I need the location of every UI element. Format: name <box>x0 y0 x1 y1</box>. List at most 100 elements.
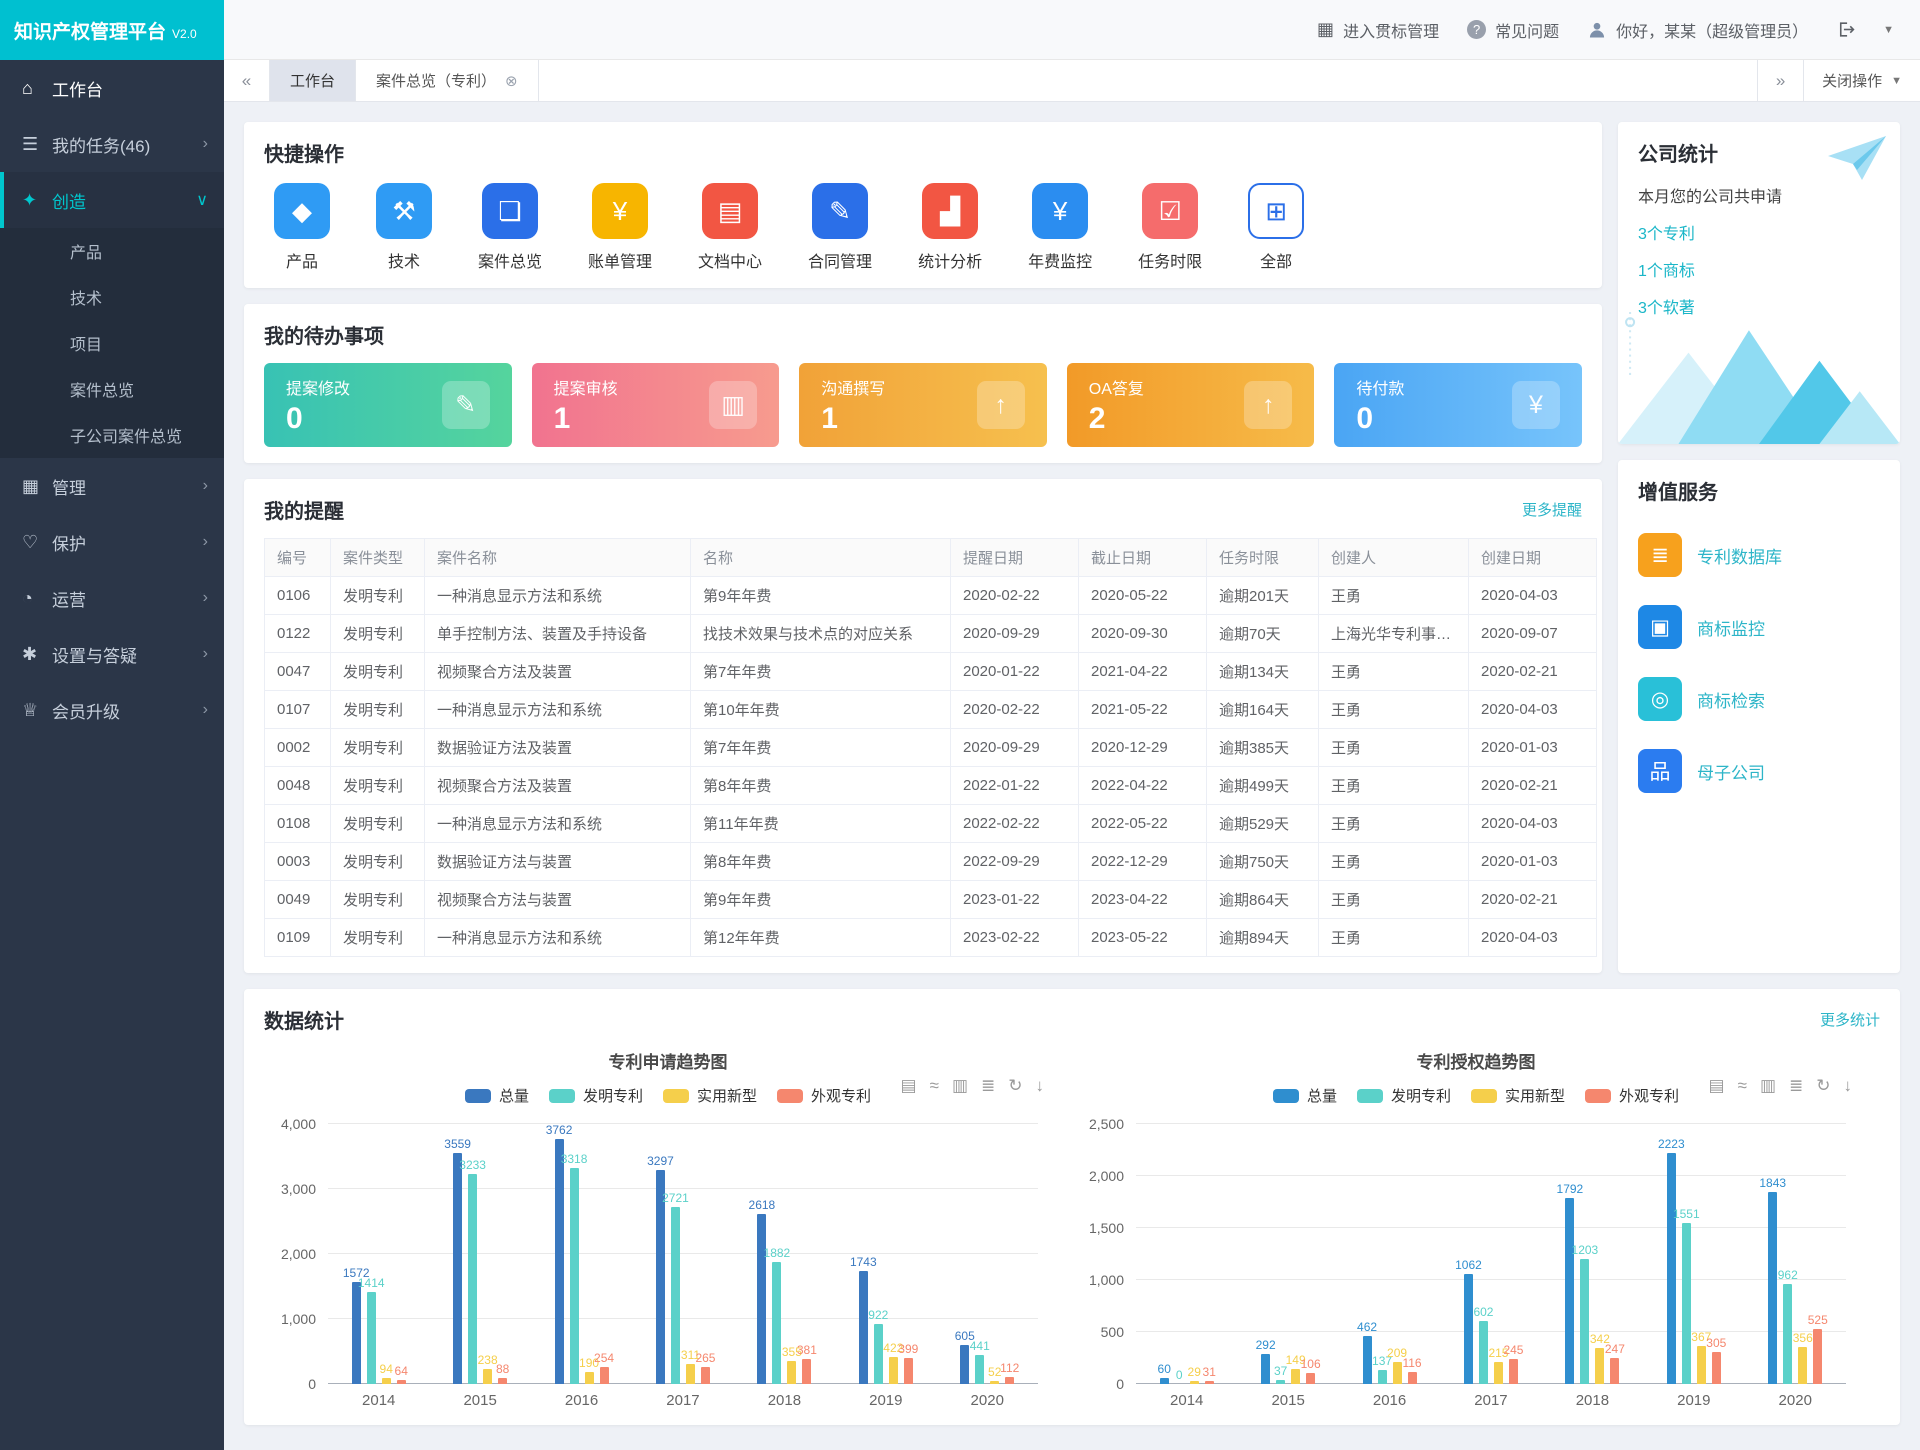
bar[interactable] <box>1464 1274 1473 1384</box>
bar[interactable] <box>1610 1358 1619 1384</box>
tab-scroll-left[interactable]: « <box>224 60 270 101</box>
table-row[interactable]: 0122发明专利单手控制方法、装置及手持设备找技术效果与技术点的对应关系2020… <box>265 615 1597 653</box>
legend-item[interactable]: 实用新型 <box>663 1085 757 1106</box>
tab-close-icon[interactable]: ⊗ <box>505 72 518 90</box>
bar[interactable] <box>889 1357 898 1384</box>
bar[interactable] <box>498 1378 507 1384</box>
service-trademark-monitor[interactable]: ▣商标监控 <box>1638 605 1880 649</box>
stacked-icon[interactable]: ≣ <box>981 1076 995 1096</box>
bar[interactable] <box>787 1361 796 1384</box>
bar[interactable] <box>975 1355 984 1384</box>
legend-item[interactable]: 实用新型 <box>1471 1085 1565 1106</box>
sidebar-item-manage[interactable]: ▦管理› <box>0 458 224 514</box>
quick-action-case-overview[interactable]: ❏案件总览 <box>478 183 542 272</box>
company-stat-link-1[interactable]: 3个专利 <box>1638 220 1880 244</box>
bar[interactable] <box>1595 1348 1604 1384</box>
bar[interactable] <box>1276 1380 1285 1384</box>
bar[interactable] <box>1768 1192 1777 1384</box>
bar[interactable] <box>1712 1352 1721 1384</box>
data-view-icon[interactable]: ▤ <box>901 1076 917 1096</box>
bar[interactable] <box>904 1358 913 1384</box>
header-item-standard-mgmt[interactable]: ▦进入贯标管理 <box>1317 18 1439 42</box>
download-icon[interactable]: ↓ <box>1036 1076 1045 1096</box>
sidebar-item-create[interactable]: ✦创造∨ <box>0 172 224 228</box>
quick-action-fee-monitor[interactable]: ¥年费监控 <box>1028 183 1092 272</box>
bar[interactable] <box>1697 1346 1706 1384</box>
tab-case-overview-patent[interactable]: 案件总览（专利）⊗ <box>356 60 539 101</box>
bar[interactable] <box>600 1367 609 1384</box>
table-row[interactable]: 0002发明专利数据验证方法及装置第7年年费2020-09-292020-12-… <box>265 729 1597 767</box>
service-patent-db[interactable]: ≣专利数据库 <box>1638 533 1880 577</box>
sidebar-item-my-tasks[interactable]: ☰我的任务(46)› <box>0 116 224 172</box>
restore-icon[interactable]: ↻ <box>1008 1076 1022 1096</box>
legend-item[interactable]: 发明专利 <box>1357 1085 1451 1106</box>
bar[interactable] <box>1190 1381 1199 1384</box>
bar[interactable] <box>1291 1369 1300 1384</box>
sidebar-item-operate[interactable]: ◔运营› <box>0 570 224 626</box>
bar[interactable] <box>1682 1223 1691 1384</box>
quick-action-contract[interactable]: ✎合同管理 <box>808 183 872 272</box>
bar[interactable] <box>1783 1284 1792 1384</box>
bar[interactable] <box>859 1271 868 1384</box>
bar[interactable] <box>367 1292 376 1384</box>
close-operations-dropdown[interactable]: 关闭操作 ▼ <box>1803 60 1920 101</box>
line-chart-icon[interactable]: ≈ <box>1738 1076 1747 1096</box>
bar[interactable] <box>352 1282 361 1384</box>
quick-action-stats-analysis[interactable]: ▟统计分析 <box>918 183 982 272</box>
bar[interactable] <box>1667 1153 1676 1384</box>
sidebar-subitem-case-overview[interactable]: 案件总览 <box>0 366 224 412</box>
bar[interactable] <box>802 1359 811 1384</box>
download-icon[interactable]: ↓ <box>1844 1076 1853 1096</box>
bar[interactable] <box>1479 1321 1488 1384</box>
quick-action-billing[interactable]: ¥账单管理 <box>588 183 652 272</box>
sidebar-item-workbench[interactable]: ⌂工作台 <box>0 60 224 116</box>
bar[interactable] <box>1205 1381 1214 1384</box>
company-stat-link-2[interactable]: 1个商标 <box>1638 257 1880 281</box>
bar[interactable] <box>397 1380 406 1384</box>
todo-card-proposal-review[interactable]: 提案审核1▥ <box>532 363 780 447</box>
bar-chart-icon[interactable]: ▥ <box>1760 1076 1776 1096</box>
bar[interactable] <box>990 1381 999 1384</box>
sidebar-subitem-project[interactable]: 项目 <box>0 320 224 366</box>
table-row[interactable]: 0047发明专利视频聚合方法及装置第7年年费2020-01-222021-04-… <box>265 653 1597 691</box>
service-trademark-search[interactable]: ◎商标检索 <box>1638 677 1880 721</box>
quick-action-tech[interactable]: ⚒技术 <box>376 183 432 272</box>
quick-action-product[interactable]: ◆产品 <box>274 183 330 272</box>
sidebar-item-upgrade[interactable]: ♕会员升级› <box>0 682 224 738</box>
bar[interactable] <box>1306 1373 1315 1384</box>
sidebar-subitem-subsidiary-cases[interactable]: 子公司案件总览 <box>0 412 224 458</box>
restore-icon[interactable]: ↻ <box>1816 1076 1830 1096</box>
todo-card-pending-payment[interactable]: 待付款0¥ <box>1334 363 1582 447</box>
bar[interactable] <box>772 1262 781 1384</box>
tab-scroll-right[interactable]: » <box>1757 60 1803 101</box>
table-row[interactable]: 0108发明专利一种消息显示方法和系统第11年年费2022-02-222022-… <box>265 805 1597 843</box>
table-row[interactable]: 0003发明专利数据验证方法与装置第8年年费2022-09-292022-12-… <box>265 843 1597 881</box>
sidebar-item-protect[interactable]: ♡保护› <box>0 514 224 570</box>
service-parent-subsidiary[interactable]: 品母子公司 <box>1638 749 1880 793</box>
bar[interactable] <box>874 1324 883 1384</box>
quick-action-all[interactable]: ⊞全部 <box>1248 183 1304 272</box>
bar-chart-icon[interactable]: ▥ <box>952 1076 968 1096</box>
sidebar-subitem-tech[interactable]: 技术 <box>0 274 224 320</box>
bar[interactable] <box>1160 1378 1169 1384</box>
more-reminders-link[interactable]: 更多提醒 <box>1522 499 1582 520</box>
bar[interactable] <box>585 1372 594 1384</box>
bar[interactable] <box>960 1345 969 1384</box>
bar[interactable] <box>1393 1362 1402 1384</box>
header-item-user[interactable]: 你好，某某（超级管理员） <box>1587 18 1808 42</box>
table-row[interactable]: 0107发明专利一种消息显示方法和系统第10年年费2020-02-222021-… <box>265 691 1597 729</box>
line-chart-icon[interactable]: ≈ <box>930 1076 939 1096</box>
sidebar-item-settings[interactable]: ✱设置与答疑› <box>0 626 224 682</box>
table-row[interactable]: 0048发明专利视频聚合方法及装置第8年年费2022-01-222022-04-… <box>265 767 1597 805</box>
header-caret-down-icon[interactable]: ▼ <box>1883 24 1894 36</box>
table-row[interactable]: 0049发明专利视频聚合方法与装置第9年年费2023-01-222023-04-… <box>265 881 1597 919</box>
data-view-icon[interactable]: ▤ <box>1709 1076 1725 1096</box>
todo-card-communication-draft[interactable]: 沟通撰写1↑ <box>799 363 1047 447</box>
bar[interactable] <box>1565 1198 1574 1384</box>
bar[interactable] <box>1798 1347 1807 1384</box>
legend-item[interactable]: 发明专利 <box>549 1085 643 1106</box>
legend-item[interactable]: 外观专利 <box>1585 1085 1679 1106</box>
todo-card-proposal-edit[interactable]: 提案修改0✎ <box>264 363 512 447</box>
bar[interactable] <box>570 1168 579 1384</box>
bar[interactable] <box>1509 1359 1518 1384</box>
